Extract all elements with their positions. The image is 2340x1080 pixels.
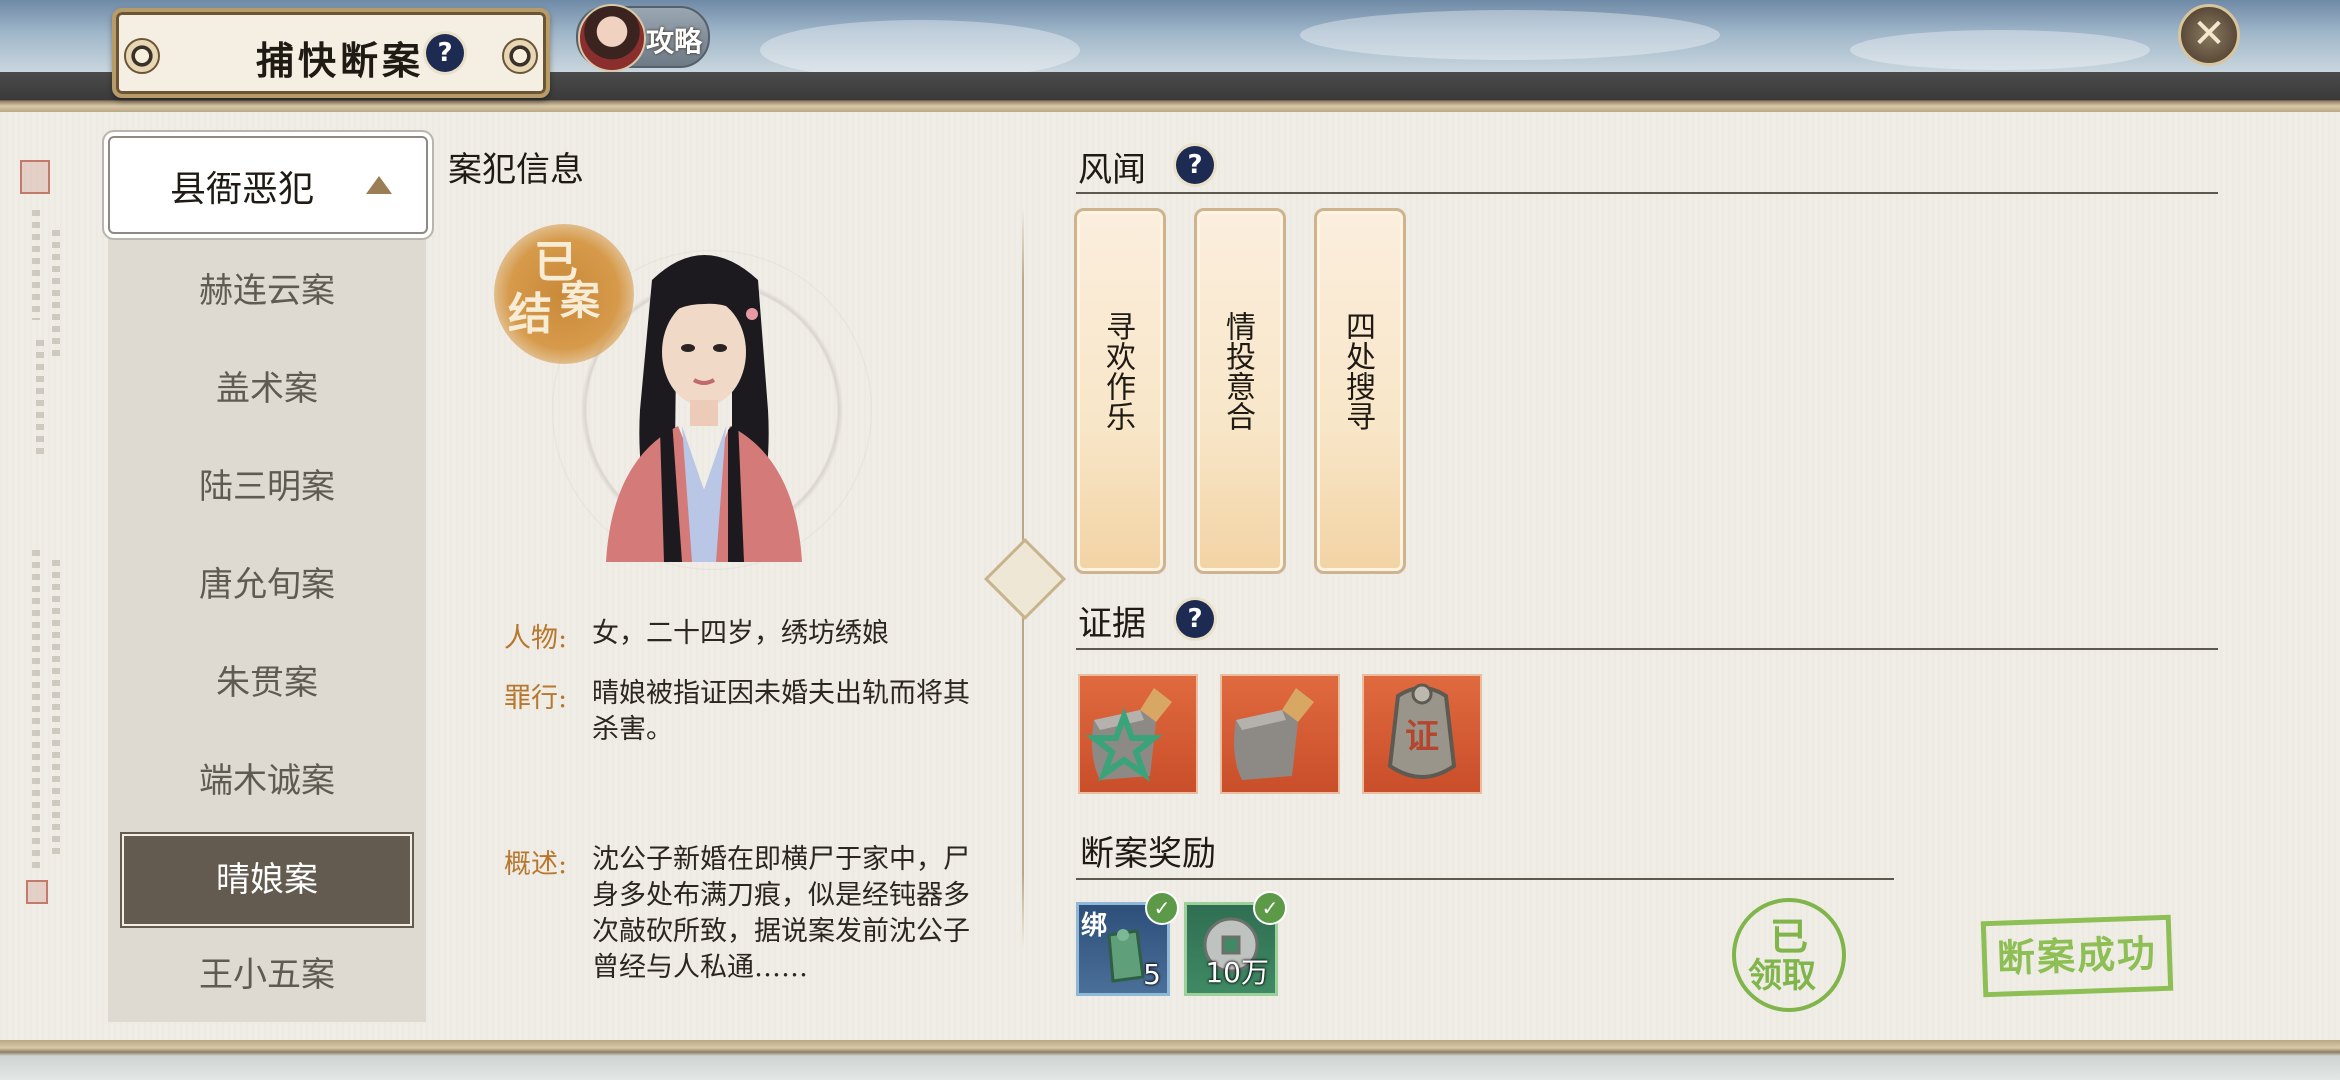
calligraphy-ornament [36, 340, 44, 460]
evidence-rule [1076, 648, 2218, 650]
evidence-help-icon[interactable]: ? [1176, 600, 1214, 638]
title-plate: 捕快断案 ? [112, 8, 550, 98]
right-knot-ornament [502, 38, 538, 74]
rumors-rule [1076, 192, 2218, 194]
title-help-icon[interactable]: ? [426, 34, 464, 72]
reward-slot[interactable]: 10万 ✓ [1184, 891, 1287, 996]
svg-text:证: 证 [1405, 717, 1439, 757]
reward-slot[interactable]: 绑 5 ✓ [1076, 891, 1179, 996]
summary-value: 沈公子新婚在即横尸于家中，尸身多处布满刀痕，似是经钝器多次敲砍所致，据说案发前沈… [592, 844, 970, 983]
case-item[interactable]: 王小五案 [108, 932, 426, 1018]
person-label: 人物: [504, 623, 568, 654]
evidence-token-icon: 证 [1387, 683, 1457, 779]
rumor-card[interactable]: 四处搜寻 [1314, 208, 1406, 574]
page-title: 捕快断案 [256, 38, 425, 83]
calligraphy-ornament [52, 230, 60, 360]
left-knot-ornament [124, 38, 160, 74]
evidence-slot[interactable] [1078, 674, 1198, 794]
crime-value: 晴娘被指证因未婚夫出轨而将其杀害。 [592, 678, 970, 745]
rumor-card-text: 情投意合 [1220, 311, 1255, 431]
summary-label: 概述: [504, 849, 568, 880]
category-dropdown[interactable]: 县衙恶犯 [108, 136, 428, 234]
case-item[interactable]: 赫连云案 [108, 248, 426, 334]
case-item[interactable]: 陆三明案 [108, 444, 426, 530]
checkmark-icon: ✓ [1253, 891, 1287, 925]
rumor-card-text: 寻欢作乐 [1100, 311, 1135, 431]
calligraphy-ornament [32, 550, 40, 870]
rumor-card[interactable]: 情投意合 [1194, 208, 1286, 574]
triangle-up-icon [366, 176, 392, 194]
case-item[interactable]: 唐允旬案 [108, 542, 426, 628]
seal-ornament [20, 160, 50, 194]
guide-avatar [578, 4, 646, 72]
category-label: 县衙恶犯 [170, 169, 315, 210]
rumor-card-text: 四处搜寻 [1340, 311, 1375, 431]
seal-ornament [26, 880, 48, 904]
calligraphy-ornament [32, 210, 40, 320]
case-item[interactable]: 盖术案 [108, 346, 426, 432]
evidence-slot[interactable]: 证 [1362, 674, 1482, 794]
evidence-title: 证据 [1078, 604, 1146, 644]
case-solved-stamp: 已 结 案 [494, 224, 634, 364]
reward-quantity: 10万 [1205, 956, 1269, 989]
claimed-stamp: 已 领取 [1732, 898, 1846, 1012]
rewards-rule [1076, 878, 1894, 880]
person-value: 女，二十四岁，绣坊绣娘 [592, 618, 889, 649]
case-item[interactable]: 端木诚案 [108, 738, 426, 824]
checkmark-icon: ✓ [1145, 891, 1179, 925]
evidence-slot[interactable] [1220, 674, 1340, 794]
rumors-help-icon[interactable]: ? [1176, 146, 1214, 184]
cleaver-icon [1234, 688, 1314, 780]
guide-label: 攻略 [646, 25, 703, 58]
guide-button[interactable]: 攻略 [576, 4, 710, 72]
rewards-title: 断案奖励 [1080, 834, 1216, 874]
calligraphy-ornament [52, 560, 60, 860]
case-item-selected[interactable]: 晴娘案 [122, 834, 412, 926]
case-success-stamp: 断案成功 [1980, 914, 2174, 998]
cleaver-star-icon [1085, 688, 1172, 782]
close-icon: ✕ [2192, 11, 2226, 57]
reward-quantity: 5 [1143, 958, 1161, 991]
close-button[interactable]: ✕ [2178, 4, 2240, 66]
bottom-frame-strip [0, 1040, 2340, 1080]
rumor-card[interactable]: 寻欢作乐 [1074, 208, 1166, 574]
case-item[interactable]: 朱贯案 [108, 640, 426, 726]
rumors-title: 风闻 [1078, 150, 1146, 190]
suspect-info-heading: 案犯信息 [448, 150, 584, 190]
crime-label: 罪行: [504, 683, 568, 714]
